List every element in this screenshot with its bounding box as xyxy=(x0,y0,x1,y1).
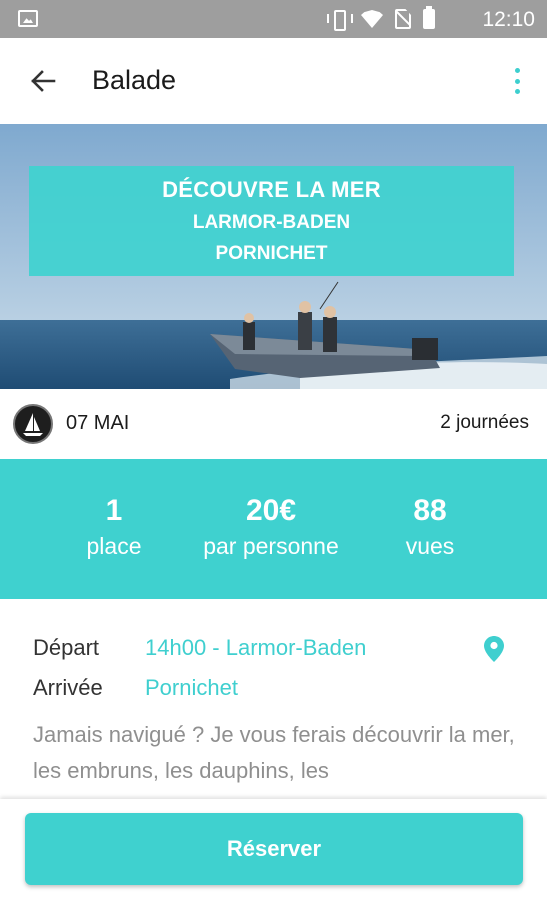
more-options-button[interactable] xyxy=(509,64,525,98)
location-pin-icon xyxy=(484,636,504,662)
stat-price: 20€ par personne xyxy=(186,493,356,561)
arrival-row: Arrivée Pornichet xyxy=(33,675,238,701)
status-icons xyxy=(327,6,435,31)
more-vert-icon xyxy=(514,68,520,73)
image-icon xyxy=(18,10,38,27)
hero-title: DÉCOUVRE LA MER xyxy=(162,177,381,202)
app-bar: Balade xyxy=(0,38,547,124)
date-row: 07 MAI 2 journées xyxy=(0,389,547,459)
boat-badge xyxy=(13,404,53,444)
status-bar: 12:10 xyxy=(0,0,547,38)
stat-label: par personne xyxy=(203,533,339,559)
departure-value[interactable]: 14h00 - Larmor-Baden xyxy=(145,635,366,660)
hero-banner: DÉCOUVRE LA MER LARMOR-BADEN PORNICHET xyxy=(29,166,514,276)
trip-duration: 2 journées xyxy=(440,412,529,433)
stat-value: 88 xyxy=(413,494,447,527)
arrival-label: Arrivée xyxy=(33,675,103,700)
arrival-value[interactable]: Pornichet xyxy=(145,675,238,700)
sailboat-icon xyxy=(23,413,43,436)
reserve-button[interactable]: Réserver xyxy=(25,813,523,885)
stats-bar: 1 place 20€ par personne 88 vues xyxy=(0,459,547,599)
trip-description: Jamais navigué ? Je vous ferais découvri… xyxy=(33,722,515,783)
bottom-bar: Réserver xyxy=(0,799,547,900)
back-button[interactable] xyxy=(22,60,64,102)
stat-label: vues xyxy=(405,533,455,559)
stat-value: 1 xyxy=(105,494,123,527)
location-pin-button[interactable] xyxy=(484,636,504,667)
battery-icon xyxy=(423,6,435,29)
hero-from: LARMOR-BADEN xyxy=(192,212,351,233)
vibrate-icon xyxy=(327,9,353,31)
departure-row: Départ 14h00 - Larmor-Baden xyxy=(33,635,366,661)
trip-date: 07 MAI xyxy=(66,412,130,434)
stat-places: 1 place xyxy=(64,493,164,561)
no-sim-icon xyxy=(395,9,411,29)
stat-label: place xyxy=(86,533,142,559)
hero-to: PORNICHET xyxy=(215,243,328,264)
screen: 12:10 Balade DÉCOUVRE LA MER LARMOR-BADE… xyxy=(0,0,547,900)
stat-views: 88 vues xyxy=(380,493,480,561)
arrow-back-icon xyxy=(31,70,56,92)
page-title: Balade xyxy=(92,65,177,95)
departure-label: Départ xyxy=(33,635,100,660)
wifi-icon xyxy=(361,10,383,28)
trip-details: Départ 14h00 - Larmor-Baden Arrivée Pornic… xyxy=(0,599,547,799)
hero-image: DÉCOUVRE LA MER LARMOR-BADEN PORNICHET xyxy=(0,124,547,389)
stat-value: 20€ xyxy=(245,494,297,527)
status-time: 12:10 xyxy=(482,8,535,31)
